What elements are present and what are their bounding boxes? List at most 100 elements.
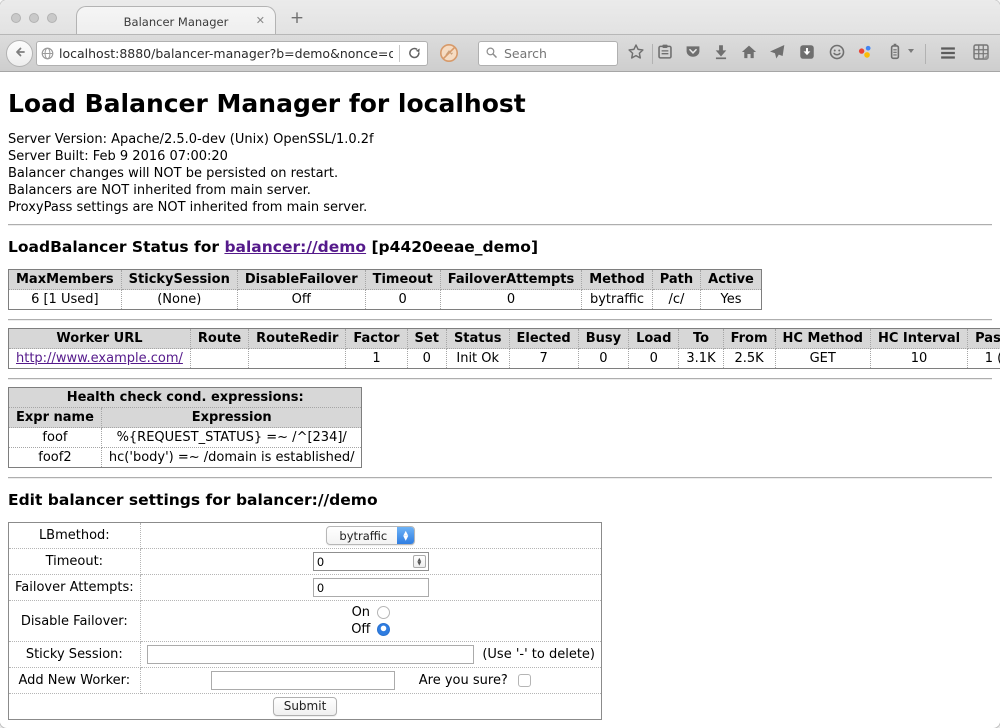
window-zoom-button[interactable] [47,13,57,23]
table-title-row: Health check cond. expressions: [9,388,362,408]
status-heading-prefix: LoadBalancer Status for [8,238,224,256]
table-header-row: Worker URL Route RouteRedir Factor Set S… [9,329,1000,349]
cell-disablefailover: Off [237,290,365,310]
tab-balancer-manager[interactable]: Balancer Manager ✕ [76,6,276,36]
menu-hamburger-icon[interactable] [938,43,958,63]
col-elected: Elected [509,329,578,349]
cell-factor: 1 [346,349,407,369]
cell-busy: 0 [578,349,628,369]
cell-maxmembers: 6 [1 Used] [9,290,122,310]
colordots-extension-icon[interactable] [856,43,874,61]
timeout-field-wrap: ▲▼ [313,552,429,571]
table-header-row: MaxMembers StickySession DisableFailover… [9,270,762,290]
add-worker-input[interactable] [211,671,395,690]
search-icon [485,44,498,63]
form-row-sticky-session: Sticky Session: (Use '-' to delete) [9,642,602,668]
sticky-session-hint: (Use '-' to delete) [482,647,595,662]
col-maxmembers: MaxMembers [9,270,122,290]
col-active: Active [701,270,762,290]
window-minimize-button[interactable] [29,13,39,23]
col-worker-url: Worker URL [9,329,191,349]
form-row-timeout: Timeout: ▲▼ [9,549,602,575]
window-close-button[interactable] [11,13,21,23]
col-expression: Expression [101,408,362,428]
failover-attempts-input[interactable] [313,578,429,597]
search-bar[interactable] [478,41,618,66]
cell-hc-method: GET [775,349,870,369]
status-heading-suffix: [p4420eeae_demo] [366,238,538,256]
new-tab-button[interactable]: + [286,8,308,28]
failover-on-radio[interactable] [377,606,390,619]
failover-off-radio[interactable] [377,623,390,636]
select-stepper-icon: ▲▼ [397,527,414,544]
server-info: Server Version: Apache/2.5.0-dev (Unix) … [8,131,992,216]
inherit-notice-line: Balancers are NOT inherited from main se… [8,182,992,199]
failover-off-label: Off [351,622,370,637]
status-heading: LoadBalancer Status for balancer://demo … [8,238,992,256]
back-button[interactable] [6,40,33,67]
feedback-smiley-icon[interactable] [828,43,846,61]
sticky-session-label: Sticky Session: [9,642,141,668]
form-row-lbmethod: LBmethod: bytraffic ▲▼ [9,523,602,549]
sticky-session-input[interactable] [147,645,475,664]
pocket-icon[interactable] [684,43,702,61]
col-load: Load [629,329,679,349]
divider [8,477,992,479]
col-path: Path [652,270,700,290]
failover-attempts-label: Failover Attempts: [9,575,141,601]
cell-expr-name: foof2 [9,448,102,468]
table-header-row: Expr name Expression [9,408,362,428]
cell-stickysession: (None) [121,290,237,310]
downloads-icon[interactable] [712,43,730,61]
lbmethod-select[interactable]: bytraffic ▲▼ [326,526,415,545]
failover-on-label: On [352,605,370,620]
col-status: Status [446,329,509,349]
urlbar-divider [399,45,400,62]
col-from: From [723,329,775,349]
worker-table: Worker URL Route RouteRedir Factor Set S… [8,328,1000,369]
battery-extension-icon[interactable] [886,43,904,61]
balancer-settings-form: LBmethod: bytraffic ▲▼ Timeout: [8,522,602,720]
chevron-down-icon[interactable] [908,49,914,53]
worker-row: http://www.example.com/ 1 0 Init Ok 7 0 … [9,349,1000,369]
bookmarks-sidebar-icon[interactable] [656,43,674,61]
url-bar[interactable] [36,41,428,66]
toolbar-divider-2 [925,44,926,64]
tab-title: Balancer Manager [124,15,229,29]
home-icon[interactable] [740,43,758,61]
are-you-sure-checkbox[interactable] [518,674,531,687]
cell-path: /c/ [652,290,700,310]
timeout-input[interactable] [314,555,413,569]
divider [8,224,992,226]
number-stepper-icon[interactable]: ▲▼ [413,555,426,568]
tab-close-icon[interactable]: ✕ [256,14,265,27]
balancer-demo-link[interactable]: balancer://demo [224,238,366,256]
submit-button[interactable]: Submit [273,697,338,716]
cell-passes: 1 (0) [968,349,1000,369]
grid-extension-icon[interactable] [972,43,990,61]
download-extension-icon[interactable] [798,43,816,61]
search-input[interactable] [502,45,611,62]
back-arrow-icon [12,44,28,64]
bookmark-star-icon[interactable] [627,43,645,61]
col-route: Route [190,329,248,349]
url-input[interactable] [57,46,395,61]
page-title: Load Balancer Manager for localhost [8,89,992,118]
cell-status: Init Ok [446,349,509,369]
content-blocked-icon[interactable] [438,42,460,64]
col-passes: Passes [968,329,1000,349]
cell-expression: hc('body') =~ /domain is established/ [101,448,362,468]
worker-url-link[interactable]: http://www.example.com/ [16,351,183,366]
form-row-disable-failover: Disable Failover: On Off [9,601,602,642]
persist-notice-line: Balancer changes will NOT be persisted o… [8,165,992,182]
reload-icon[interactable] [404,44,424,64]
col-method: Method [582,270,652,290]
browser-window: Balancer Manager ✕ + [0,0,1000,728]
edit-settings-heading: Edit balancer settings for balancer://de… [8,491,992,509]
col-busy: Busy [578,329,628,349]
table-row: 6 [1 Used] (None) Off 0 0 bytraffic /c/ … [9,290,762,310]
send-plane-icon[interactable] [768,43,786,61]
form-row-failover-attempts: Failover Attempts: [9,575,602,601]
add-worker-label: Add New Worker: [9,668,141,694]
health-table-title: Health check cond. expressions: [9,388,362,408]
